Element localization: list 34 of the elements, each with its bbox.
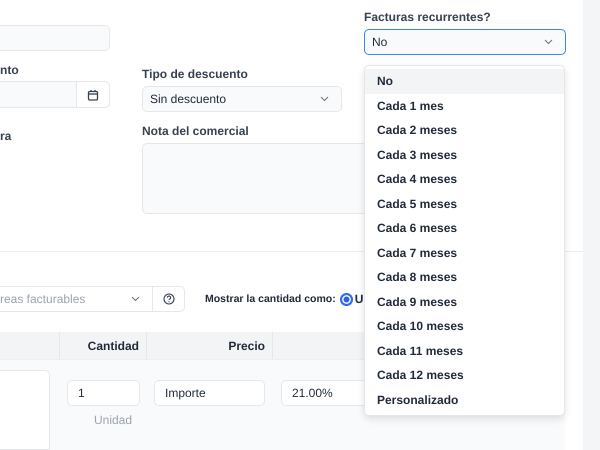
chevron-icon <box>544 39 553 45</box>
description-field[interactable] <box>0 370 50 450</box>
date-field[interactable] <box>0 81 110 108</box>
recurring-select[interactable]: No <box>364 29 566 55</box>
chevron-icon <box>320 96 329 102</box>
menu-option[interactable]: Cada 6 meses <box>365 216 564 240</box>
field-label: Tipo de descuento <box>142 67 249 81</box>
field-label: Nota del comercial <box>142 124 250 138</box>
field-label: nto <box>0 63 19 77</box>
quantity-label: Mostrar la cantidad como: <box>205 293 336 305</box>
input-field[interactable] <box>0 25 110 51</box>
price-field[interactable]: Importe <box>154 380 265 406</box>
menu-option[interactable]: Cada 8 meses <box>365 265 564 290</box>
unit-text: Unidad <box>94 413 134 427</box>
radio-button[interactable] <box>340 294 352 304</box>
help-icon <box>162 293 174 305</box>
chevron-icon <box>131 296 140 302</box>
field-label: Facturas recurrentes? <box>364 10 492 24</box>
menu-option[interactable]: Cada 4 meses <box>365 167 564 192</box>
calendar-icon <box>87 88 99 100</box>
menu-option[interactable]: No <box>365 69 564 94</box>
menu-option[interactable]: Cada 10 meses <box>365 314 564 338</box>
menu-option[interactable]: Cada 9 meses <box>365 290 564 314</box>
quantity-field[interactable]: 1 <box>67 380 140 406</box>
discount-select[interactable]: Sin descuento <box>142 86 342 112</box>
menu-option[interactable]: Cada 2 meses <box>365 118 564 142</box>
radio-label: U <box>354 292 364 306</box>
menu-option[interactable]: Cada 5 meses <box>365 192 564 216</box>
menu-option[interactable]: Cada 11 meses <box>365 338 564 363</box>
menu-option[interactable]: Cada 3 meses <box>365 142 564 167</box>
menu-option[interactable]: Cada 1 mes <box>365 94 564 118</box>
field-label: ra <box>0 129 12 143</box>
menu-option[interactable]: Cada 7 meses <box>365 240 564 265</box>
help-button[interactable] <box>153 286 185 312</box>
